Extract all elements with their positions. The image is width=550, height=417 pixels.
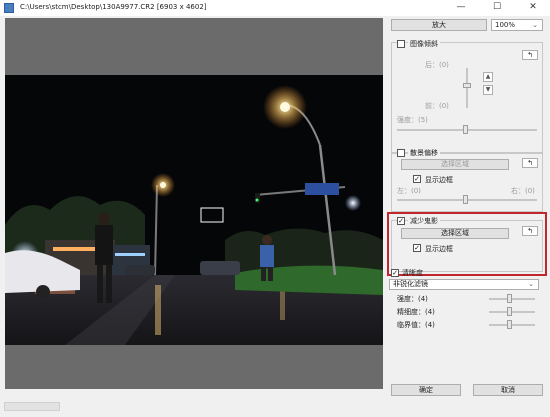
tilt-up-icon[interactable]: ▲: [483, 72, 493, 82]
photo-night-street: [5, 75, 383, 345]
app-icon: [4, 3, 14, 13]
background-right: 右：(0): [511, 187, 535, 195]
maximize-button[interactable]: ☐: [480, 0, 514, 16]
reduce-ghosting-label: 减少鬼影: [408, 216, 440, 226]
tilt-vertical-track: [466, 68, 468, 108]
control-panel: 放大 100% ⌄ 图像倾斜 ↰ 后：(0) ▲ ▼ 前：(0) 强度：(5) …: [385, 18, 550, 396]
sharpness-strength-label: 强度：(4): [397, 295, 428, 303]
sharpness-fineness-thumb[interactable]: [507, 307, 512, 316]
zoom-value: 100%: [495, 21, 516, 29]
background-shift-thumb[interactable]: [463, 195, 468, 204]
sharpness-label: 清晰度: [402, 269, 423, 277]
sharpness-fineness-label: 精细度：(4): [397, 308, 435, 316]
sharpness-threshold-track: [489, 324, 535, 326]
image-tilt-label: 图像倾斜: [408, 39, 440, 49]
image-tilt-rear: 后：(0): [425, 61, 449, 69]
minimize-button[interactable]: —: [444, 0, 478, 16]
sharpness-strength-thumb[interactable]: [507, 294, 512, 303]
status-field: [4, 402, 60, 411]
sharpness-fineness-track: [489, 311, 535, 313]
zoom-button[interactable]: 放大: [391, 19, 487, 31]
tilt-down-icon[interactable]: ▼: [483, 85, 493, 95]
title-bar: C:\Users\stcm\Desktop\130A9977.CR2 [6903…: [0, 0, 550, 16]
ghosting-show-border-checkbox[interactable]: ✓: [413, 244, 421, 252]
sharpness-checkbox[interactable]: ✓: [391, 269, 399, 277]
window-title: C:\Users\stcm\Desktop\130A9977.CR2 [6903…: [20, 3, 207, 11]
reset-icon[interactable]: ↰: [522, 226, 538, 236]
status-bar: [0, 397, 550, 417]
background-show-border-label: 显示边框: [425, 176, 453, 184]
sharpness-filter-select[interactable]: 非锐化滤镜 ⌄: [389, 279, 539, 290]
zoom-select[interactable]: 100% ⌄: [491, 19, 543, 31]
sharpness-filter-value: 非锐化滤镜: [393, 280, 428, 288]
sharpness-threshold-thumb[interactable]: [507, 320, 512, 329]
image-tilt-checkbox[interactable]: [397, 40, 405, 48]
tilt-strength-thumb[interactable]: [463, 125, 468, 134]
reset-icon[interactable]: ↰: [522, 158, 538, 168]
background-select-area-button[interactable]: 选择区域: [401, 159, 509, 170]
image-tilt-strength: 强度：(5): [397, 116, 428, 124]
sharpness-strength-track: [489, 298, 535, 300]
background-left: 左：(0): [397, 187, 421, 195]
close-button[interactable]: ✕: [516, 0, 550, 16]
ghosting-show-border-label: 显示边框: [425, 245, 453, 253]
background-shift-label: 散景偏移: [408, 148, 440, 158]
cancel-button[interactable]: 取消: [473, 384, 543, 396]
reset-icon[interactable]: ↰: [522, 50, 538, 60]
chevron-down-icon: ⌄: [532, 21, 538, 29]
sharpness-threshold-label: 临界值：(4): [397, 321, 435, 329]
tilt-vertical-thumb[interactable]: [463, 83, 471, 88]
ghosting-select-area-button[interactable]: 选择区域: [401, 228, 509, 239]
reduce-ghosting-checkbox[interactable]: ✓: [397, 217, 405, 225]
background-shift-checkbox[interactable]: [397, 149, 405, 157]
chevron-down-icon: ⌄: [528, 280, 534, 288]
background-show-border-checkbox[interactable]: ✓: [413, 175, 421, 183]
ok-button[interactable]: 确定: [391, 384, 461, 396]
image-viewer[interactable]: [5, 18, 383, 389]
image-tilt-front: 前：(0): [425, 102, 449, 110]
